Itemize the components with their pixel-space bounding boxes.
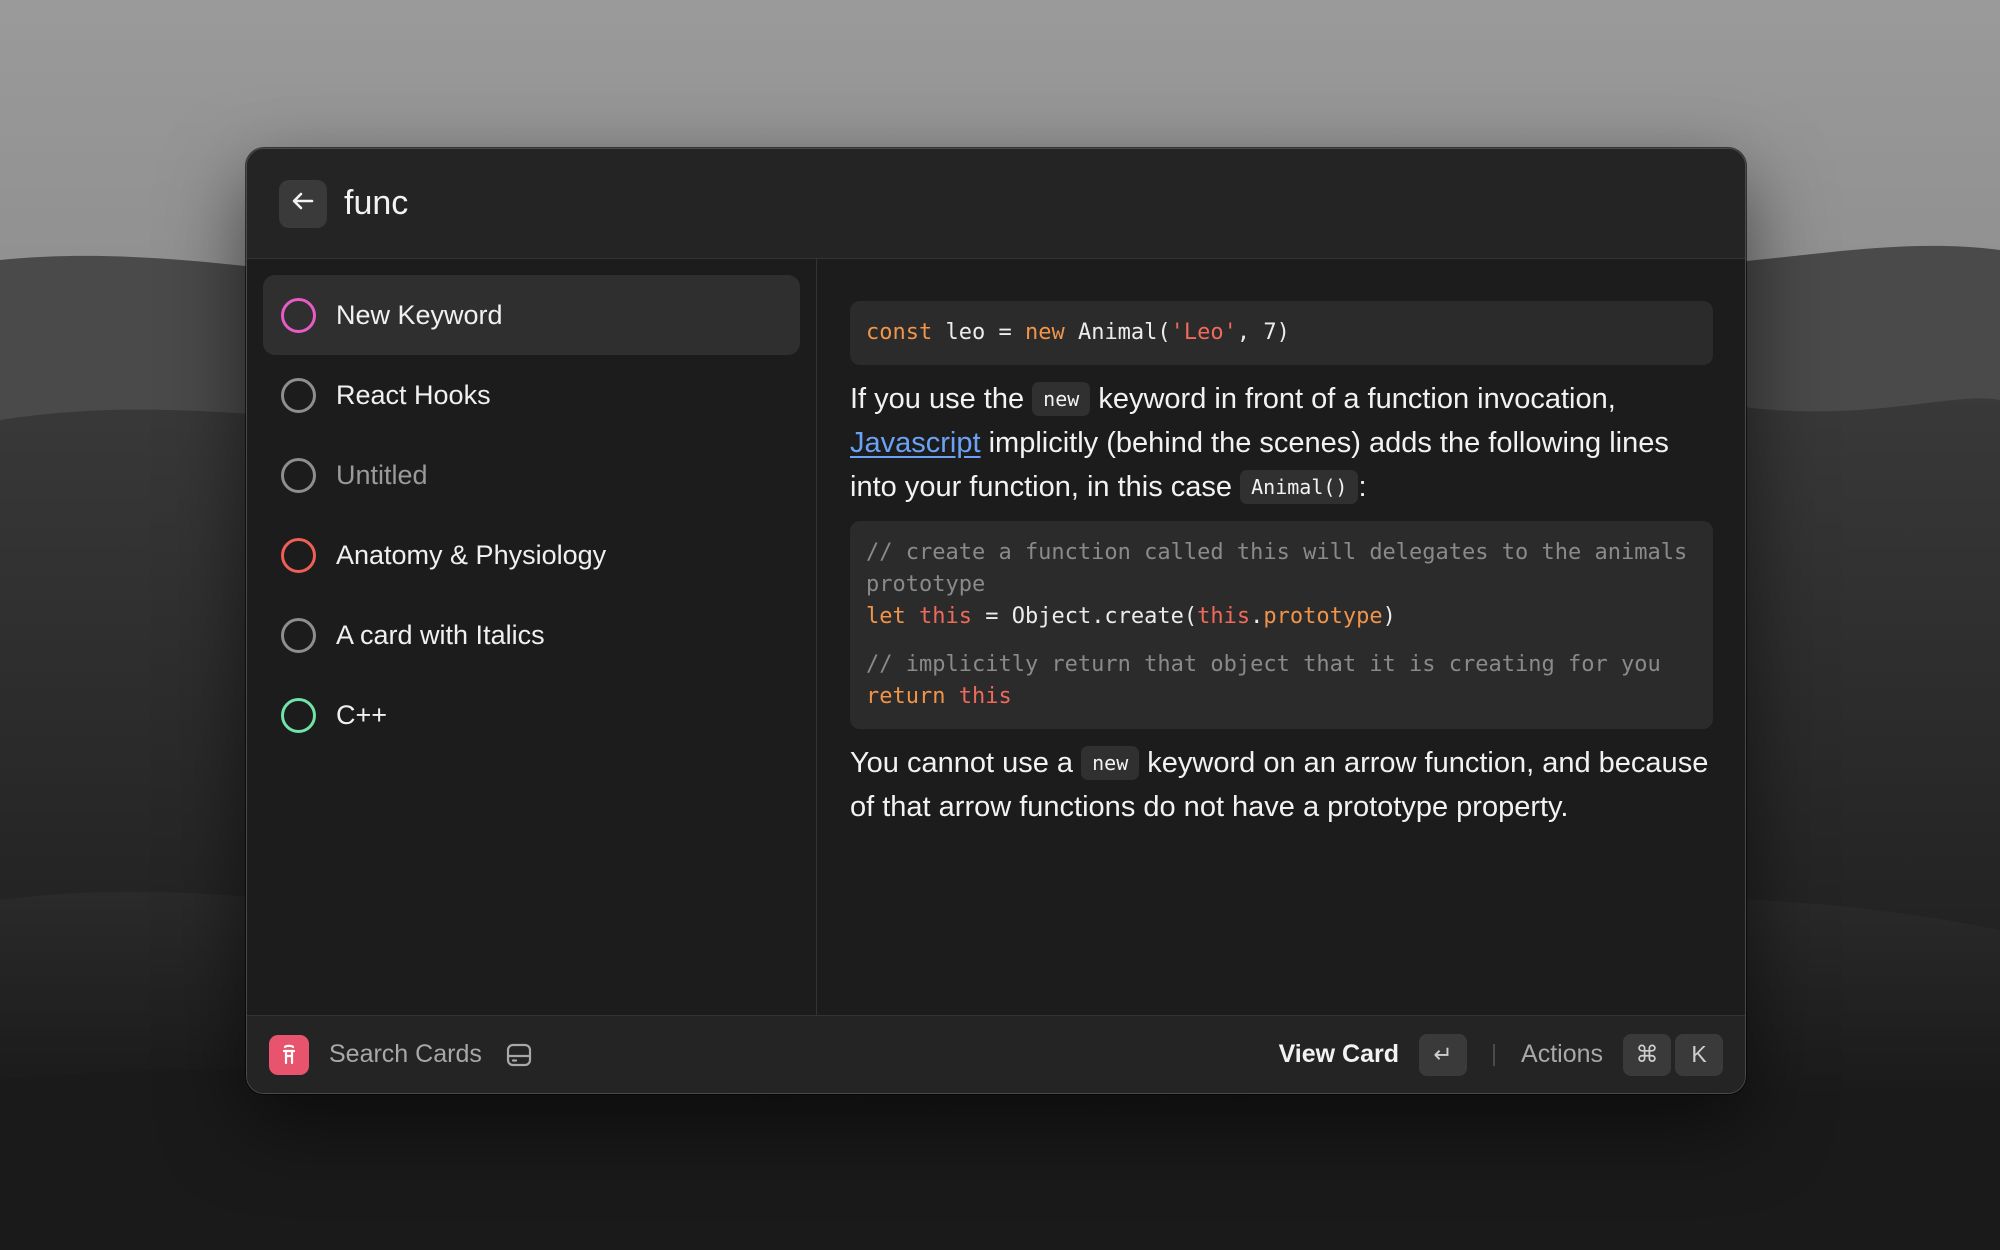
command-key-icon[interactable]: ⌘ (1623, 1033, 1671, 1076)
code-token: . (1250, 604, 1264, 629)
status-ring-icon (281, 537, 316, 573)
inline-code: Animal() (1240, 470, 1359, 504)
card-preview: const leo = new Animal('Leo', 7) If you … (818, 259, 1745, 1015)
drive-icon (504, 1040, 534, 1070)
paragraph-text: You cannot use a (850, 747, 1082, 779)
code-token: , 7) (1236, 320, 1290, 345)
code-comment: // implicitly return that object that it… (866, 652, 1661, 677)
code-line: return this (866, 681, 1697, 713)
code-line: let this = Object.create(this.prototype) (866, 601, 1697, 633)
code-token: prototype (1263, 604, 1383, 629)
footer-title: Search Cards (329, 1040, 482, 1068)
actions-button[interactable]: Actions (1521, 1040, 1603, 1069)
divider (1493, 1043, 1496, 1066)
paragraph-text: : (1358, 471, 1367, 503)
k-key[interactable]: K (1675, 1033, 1723, 1076)
inline-code: new (1032, 382, 1091, 416)
launcher-window: New Keyword React Hooks Untitled Anatomy… (246, 148, 1746, 1094)
list-item-label: Untitled (336, 459, 428, 490)
code-token: const (866, 320, 933, 345)
search-input[interactable] (344, 184, 1244, 223)
status-ring-icon (281, 377, 316, 413)
code-token: return (866, 684, 946, 709)
status-ring-icon (281, 617, 316, 653)
list-item[interactable]: React Hooks (263, 355, 800, 435)
code-token: leo = (932, 320, 1025, 345)
javascript-link[interactable]: Javascript (850, 427, 981, 459)
action-bar: Search Cards View Card ↵ Actions ⌘ K (247, 1015, 1745, 1093)
code-block: // create a function called this will de… (850, 521, 1713, 729)
code-token: 'Leo' (1170, 320, 1237, 345)
status-ring-icon (281, 697, 316, 733)
status-ring-icon (281, 457, 316, 493)
view-card-button[interactable]: View Card (1279, 1040, 1399, 1069)
code-token: let (866, 604, 906, 629)
code-token: new (1024, 320, 1065, 345)
list-item[interactable]: A card with Italics (263, 595, 800, 675)
paragraph-text: If you use the (850, 383, 1033, 415)
list-item-label: React Hooks (336, 379, 491, 410)
code-token: this (919, 604, 972, 629)
app-logo-icon (269, 1034, 309, 1075)
list-item[interactable]: New Keyword (263, 275, 800, 355)
paragraph-text: keyword in front of a function invocatio… (1090, 383, 1616, 415)
list-item[interactable]: Anatomy & Physiology (263, 515, 800, 595)
code-token: ) (1382, 604, 1396, 629)
code-token: this (958, 684, 1012, 709)
list-item[interactable]: C++ (263, 675, 800, 755)
arrow-left-icon (289, 187, 317, 220)
card-list: New Keyword React Hooks Untitled Anatomy… (247, 259, 817, 1015)
list-item-label: C++ (336, 699, 388, 730)
list-item-label: Anatomy & Physiology (336, 539, 607, 570)
list-item-label: A card with Italics (336, 619, 545, 650)
paragraph: You cannot use a new keyword on an arrow… (850, 741, 1713, 829)
code-token: = Object.create( (971, 604, 1198, 629)
code-token: this (1197, 604, 1251, 629)
paragraph: If you use the new keyword in front of a… (850, 377, 1713, 509)
inline-code: new (1081, 746, 1140, 780)
list-item-label: New Keyword (336, 299, 503, 330)
enter-key-icon[interactable]: ↵ (1419, 1033, 1468, 1076)
list-item[interactable]: Untitled (263, 435, 800, 515)
code-block: const leo = new Animal('Leo', 7) (850, 301, 1713, 365)
search-header (247, 149, 1745, 259)
code-token: Animal( (1064, 320, 1171, 345)
code-comment: // create a function called this will de… (866, 540, 1701, 597)
status-ring-icon (281, 297, 316, 333)
back-button[interactable] (279, 179, 327, 228)
